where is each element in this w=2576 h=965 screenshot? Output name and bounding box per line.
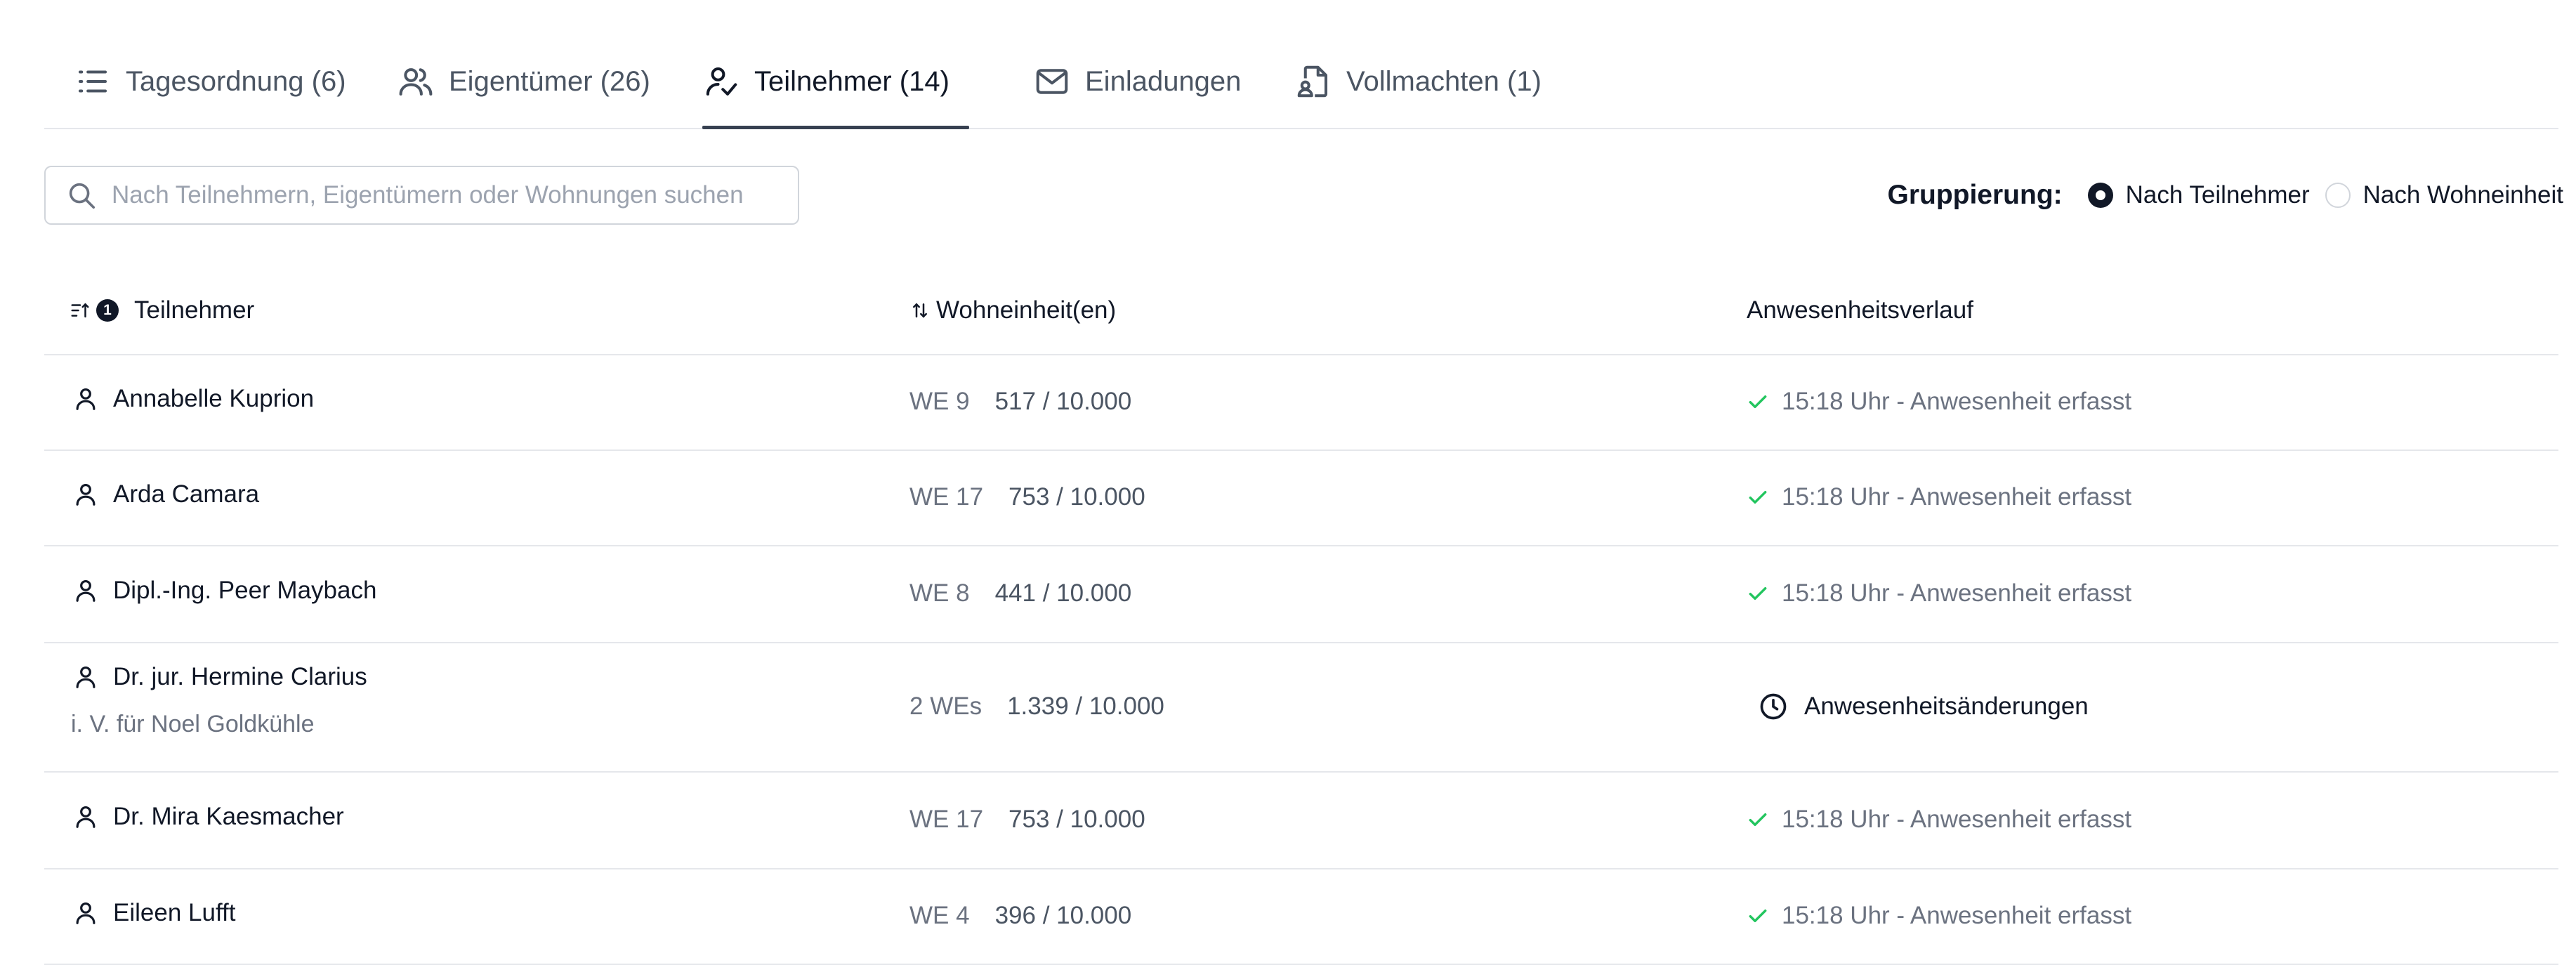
unit-code: WE 17 bbox=[909, 483, 984, 511]
attendance-status: 15:18 Uhr - Anwesenheit erfasst bbox=[1782, 579, 2132, 607]
table-row[interactable]: Annabelle Kuprion WE 9 517 / 10.000 15:18 U… bbox=[44, 354, 2558, 451]
attendance-status: 15:18 Uhr - Anwesenheit erfasst bbox=[1782, 902, 2132, 929]
attendance-status: 15:18 Uhr - Anwesenheit erfasst bbox=[1782, 483, 2132, 511]
table-row[interactable]: Eileen Lufft WE 4 396 / 10.000 15:18 Uhr - … bbox=[44, 868, 2558, 965]
sort-icon bbox=[913, 303, 927, 318]
person-icon bbox=[72, 900, 99, 926]
unit-share: 1.339 / 10.000 bbox=[1007, 692, 1164, 720]
check-icon bbox=[1747, 582, 1769, 605]
units-cell: WE 8 441 / 10.000 bbox=[909, 545, 1131, 642]
tab-label: Tagesordnung (6) bbox=[126, 65, 346, 97]
column-header-attendance: Anwesenheitsverlauf bbox=[1747, 267, 1973, 354]
check-icon bbox=[1747, 905, 1769, 927]
attendance-changes-button[interactable]: Anwesenheitsänderungen bbox=[1758, 642, 2089, 771]
unit-share: 396 / 10.000 bbox=[994, 902, 1132, 929]
check-icon bbox=[1747, 390, 1769, 413]
participant-name: Dipl.-Ing. Peer Maybach bbox=[113, 577, 377, 604]
unit-share: 517 / 10.000 bbox=[994, 388, 1132, 415]
grouping-label: Gruppierung: bbox=[1887, 180, 2063, 210]
participant-name: Arda Camara bbox=[113, 480, 260, 508]
unit-code: 2 WEs bbox=[909, 692, 983, 720]
tab-label: Vollmachten (1) bbox=[1346, 65, 1542, 97]
check-icon bbox=[1747, 486, 1769, 508]
column-header-label: Teilnehmer bbox=[134, 296, 255, 324]
table-row[interactable]: Dipl.-Ing. Peer Maybach WE 8 441 / 10.000 1… bbox=[44, 545, 2558, 643]
table-row[interactable]: Dr. jur. Hermine Clarius i. V. für Noel G… bbox=[44, 642, 2558, 773]
attendance-status: Anwesenheitsänderungen bbox=[1804, 692, 2089, 720]
user-check-icon bbox=[706, 67, 737, 96]
sort-ascending-icon bbox=[71, 303, 89, 317]
column-header-label: Wohneinheit(en) bbox=[936, 296, 1117, 324]
participant-name: Annabelle Kuprion bbox=[113, 385, 315, 412]
clock-icon bbox=[1758, 691, 1789, 722]
column-header-participant[interactable]: 1 Teilnehmer bbox=[70, 267, 254, 354]
unit-code: WE 4 bbox=[909, 902, 970, 929]
tab-participants[interactable]: Teilnehmer (14) bbox=[702, 35, 969, 129]
tab-owners[interactable]: Eigentümer (26) bbox=[397, 35, 650, 128]
users-icon bbox=[399, 68, 433, 96]
list-icon bbox=[78, 70, 107, 93]
unit-share: 753 / 10.000 bbox=[1008, 806, 1145, 833]
participant-name: Dr. Mira Kaesmacher bbox=[113, 803, 344, 830]
units-cell: WE 17 753 / 10.000 bbox=[909, 771, 1145, 868]
table-row[interactable]: Arda Camara WE 17 753 / 10.000 15:18 Uhr - … bbox=[44, 449, 2558, 546]
radio-selected-indicator bbox=[2087, 183, 2113, 208]
mail-icon bbox=[1036, 69, 1068, 94]
table-header: 1 Teilnehmer Wohneinheit(en) Anwesenheit… bbox=[44, 267, 2558, 355]
radio-unselected-indicator bbox=[2325, 183, 2351, 208]
person-icon bbox=[72, 803, 99, 830]
participant-cell: Dipl.-Ing. Peer Maybach bbox=[72, 570, 376, 612]
tab-agenda[interactable]: Tagesordnung (6) bbox=[74, 35, 346, 128]
attendance-status: 15:18 Uhr - Anwesenheit erfasst bbox=[1782, 388, 2132, 415]
proxy-note: i. V. für Noel Goldkühle bbox=[71, 711, 315, 737]
table-row[interactable]: Dr. Mira Kaesmacher WE 17 753 / 10.000 15:1… bbox=[44, 771, 2558, 869]
units-cell: WE 9 517 / 10.000 bbox=[909, 354, 1131, 449]
participant-cell: Arda Camara bbox=[72, 473, 259, 516]
participant-cell: Eileen Lufft bbox=[72, 892, 236, 934]
column-header-units[interactable]: Wohneinheit(en) bbox=[909, 267, 1116, 354]
unit-code: WE 9 bbox=[909, 388, 970, 415]
units-cell: 2 WEs 1.339 / 10.000 bbox=[909, 642, 1164, 771]
person-icon bbox=[72, 664, 99, 690]
sort-order-badge: 1 bbox=[96, 299, 119, 322]
radio-by-participant[interactable]: Nach Teilnehmer bbox=[2087, 181, 2310, 209]
radio-by-unit[interactable]: Nach Wohneinheit bbox=[2325, 181, 2563, 209]
attendance-cell: 15:18 Uhr - Anwesenheit erfasst bbox=[1747, 545, 2131, 642]
attendance-cell: 15:18 Uhr - Anwesenheit erfasst bbox=[1747, 771, 2131, 868]
radio-label: Nach Wohneinheit bbox=[2363, 181, 2563, 209]
unit-share: 441 / 10.000 bbox=[994, 579, 1132, 607]
participant-name: Eileen Lufft bbox=[113, 899, 236, 926]
person-icon bbox=[72, 577, 99, 604]
column-header-label: Anwesenheitsverlauf bbox=[1747, 296, 1973, 324]
search-icon bbox=[69, 183, 96, 209]
unit-code: WE 8 bbox=[909, 579, 970, 607]
person-icon bbox=[72, 481, 99, 508]
participant-name: Dr. jur. Hermine Clarius bbox=[113, 663, 367, 690]
unit-code: WE 17 bbox=[909, 806, 984, 833]
attendance-status: 15:18 Uhr - Anwesenheit erfasst bbox=[1782, 806, 2132, 833]
tab-proxies[interactable]: Vollmachten (1) bbox=[1294, 35, 1542, 128]
attendance-cell: 15:18 Uhr - Anwesenheit erfasst bbox=[1747, 449, 2131, 545]
participant-cell: Dr. Mira Kaesmacher bbox=[72, 796, 344, 838]
tab-invitations[interactable]: Einladungen bbox=[1033, 35, 1241, 128]
person-icon bbox=[72, 386, 99, 412]
tab-label: Eigentümer (26) bbox=[449, 65, 650, 97]
attendance-cell: 15:18 Uhr - Anwesenheit erfasst bbox=[1747, 868, 2131, 964]
participants-page: Tagesordnung (6) Eigentümer (26) Teilneh… bbox=[0, 0, 2576, 965]
units-cell: WE 17 753 / 10.000 bbox=[909, 449, 1145, 545]
participant-cell: Dr. jur. Hermine Clarius bbox=[72, 656, 367, 698]
radio-label: Nach Teilnehmer bbox=[2125, 181, 2310, 209]
unit-share: 753 / 10.000 bbox=[1008, 483, 1145, 511]
check-icon bbox=[1747, 808, 1769, 831]
participant-cell: Annabelle Kuprion bbox=[72, 378, 314, 420]
tab-bar: Tagesordnung (6) Eigentümer (26) Teilneh… bbox=[44, 35, 2558, 129]
tab-label: Einladungen bbox=[1085, 65, 1242, 97]
search-input[interactable] bbox=[110, 180, 787, 210]
attendance-cell: 15:18 Uhr - Anwesenheit erfasst bbox=[1747, 354, 2131, 449]
grouping-control: Gruppierung: Nach Teilnehmer Nach Wohnei… bbox=[1887, 169, 2563, 222]
tab-label: Teilnehmer (14) bbox=[754, 65, 949, 97]
units-cell: WE 4 396 / 10.000 bbox=[909, 868, 1131, 964]
search-box bbox=[44, 166, 799, 225]
document-user-icon bbox=[1297, 65, 1328, 98]
